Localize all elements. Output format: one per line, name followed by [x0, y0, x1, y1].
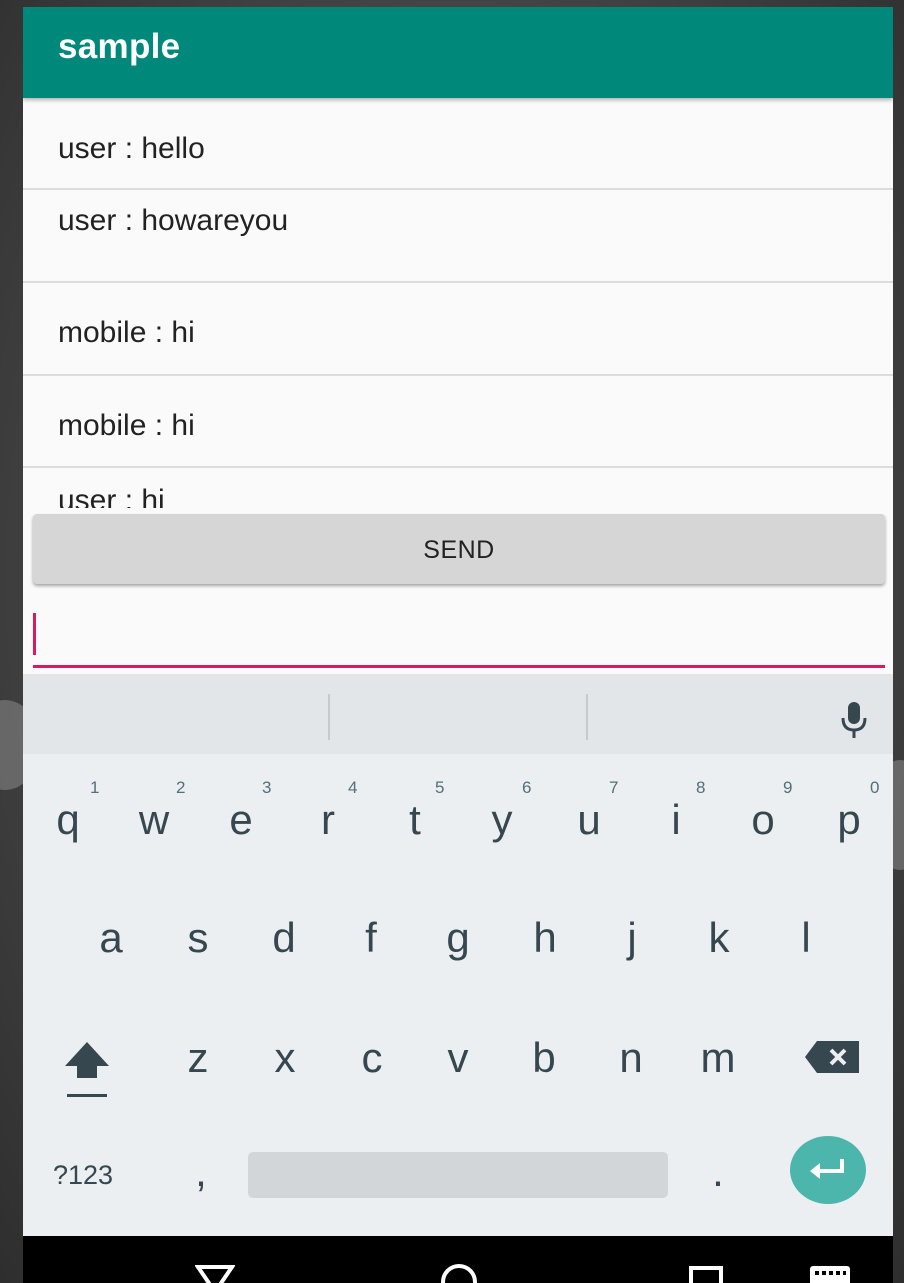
keyboard-switch-icon[interactable] — [808, 1264, 852, 1283]
key-i[interactable]: i — [641, 796, 711, 844]
list-item[interactable]: user : hello — [23, 98, 893, 190]
key-hint: 2 — [176, 778, 186, 797]
key-w[interactable]: w — [119, 796, 189, 844]
message-text: user : howareyou — [58, 204, 289, 237]
spacebar-key[interactable] — [248, 1152, 668, 1198]
key-d[interactable]: d — [249, 914, 319, 962]
key-z[interactable]: z — [163, 1034, 233, 1082]
phone-screen: sample user : hello user : howareyou mob… — [23, 7, 893, 1283]
key-o[interactable]: o — [728, 796, 798, 844]
key-k[interactable]: k — [684, 914, 754, 962]
message-list[interactable]: user : hello user : howareyou mobile : h… — [23, 98, 893, 508]
key-hint: 6 — [522, 778, 532, 797]
key-c[interactable]: c — [337, 1034, 407, 1082]
key-g[interactable]: g — [423, 914, 493, 962]
key-a[interactable]: a — [76, 914, 146, 962]
key-y[interactable]: y — [467, 796, 537, 844]
key-hint: 4 — [348, 778, 358, 797]
key-hint: 9 — [783, 778, 793, 797]
key-t[interactable]: t — [380, 796, 450, 844]
message-text: user : hello — [58, 132, 205, 165]
enter-icon — [810, 1159, 844, 1179]
comma-key[interactable]: , — [166, 1148, 236, 1196]
key-x[interactable]: x — [250, 1034, 320, 1082]
key-p[interactable]: p — [814, 796, 884, 844]
message-text: mobile : hi — [58, 409, 195, 442]
list-item[interactable]: mobile : hi — [23, 376, 893, 468]
suggestion-bar — [23, 674, 893, 754]
key-hint: 1 — [90, 778, 100, 797]
app-toolbar: sample — [23, 7, 893, 98]
key-hint: 0 — [870, 778, 880, 797]
key-v[interactable]: v — [423, 1034, 493, 1082]
list-item[interactable]: mobile : hi — [23, 283, 893, 376]
suggestion-divider — [328, 694, 330, 740]
list-item[interactable]: user : hi — [23, 468, 893, 508]
key-n[interactable]: n — [596, 1034, 666, 1082]
key-hint: 8 — [696, 778, 706, 797]
app-title: sample — [58, 27, 181, 66]
text-cursor — [33, 613, 36, 655]
on-screen-keyboard: 1 2 3 4 5 6 7 8 9 0 q w e r t y u i o p … — [23, 674, 893, 1236]
message-text: user : hi — [58, 484, 165, 508]
key-s[interactable]: s — [163, 914, 233, 962]
period-key[interactable]: . — [683, 1148, 753, 1196]
microphone-icon[interactable] — [839, 700, 869, 740]
key-l[interactable]: l — [771, 914, 841, 962]
enter-key[interactable] — [790, 1136, 866, 1204]
recents-icon[interactable] — [687, 1264, 727, 1283]
key-hint: 3 — [262, 778, 272, 797]
home-icon[interactable] — [439, 1262, 479, 1283]
key-f[interactable]: f — [336, 914, 406, 962]
key-hint: 7 — [609, 778, 619, 797]
key-hint: 5 — [435, 778, 445, 797]
key-b[interactable]: b — [509, 1034, 579, 1082]
list-item[interactable]: user : howareyou — [23, 190, 893, 283]
key-h[interactable]: h — [510, 914, 580, 962]
suggestion-divider — [586, 694, 588, 740]
shift-icon[interactable] — [57, 1034, 117, 1104]
send-button[interactable]: SEND — [33, 514, 885, 584]
key-m[interactable]: m — [683, 1034, 753, 1082]
message-input[interactable] — [33, 607, 885, 668]
key-r[interactable]: r — [293, 796, 363, 844]
symbols-key[interactable]: ?123 — [53, 1160, 113, 1191]
key-u[interactable]: u — [554, 796, 624, 844]
back-icon[interactable] — [195, 1264, 235, 1283]
backspace-icon[interactable] — [803, 1037, 863, 1077]
key-e[interactable]: e — [206, 796, 276, 844]
message-text: mobile : hi — [58, 316, 195, 349]
navigation-bar — [23, 1236, 893, 1283]
key-j[interactable]: j — [597, 914, 667, 962]
key-q[interactable]: q — [33, 796, 103, 844]
